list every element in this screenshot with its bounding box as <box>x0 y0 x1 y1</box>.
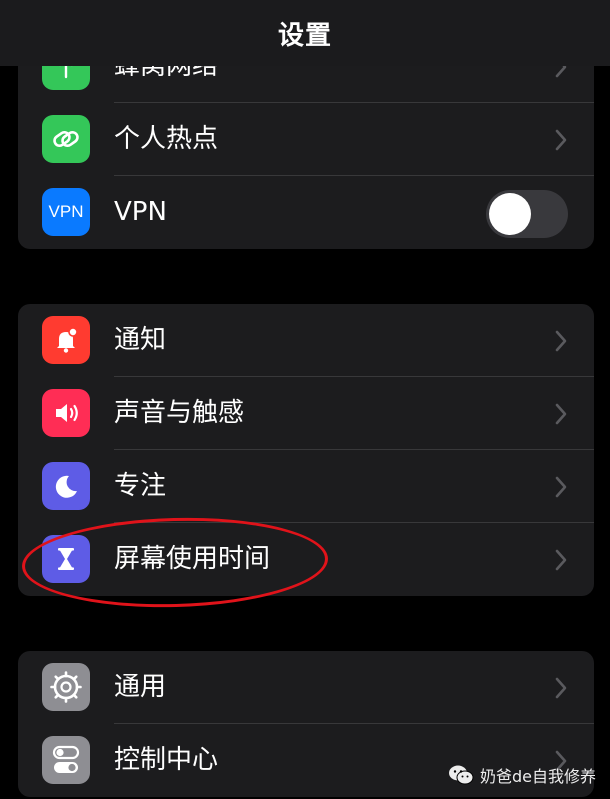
chevron-right-icon <box>555 403 567 425</box>
row-label: 通用 <box>114 672 167 702</box>
settings-row-general[interactable]: 通用 <box>18 651 594 724</box>
watermark-text: 奶爸de自我修养 <box>479 767 596 786</box>
chevron-right-icon <box>555 549 567 571</box>
chevron-right-icon <box>555 476 567 498</box>
wechat-icon <box>448 765 474 785</box>
vpn-icon: VPN <box>42 188 90 236</box>
switches-icon <box>42 736 90 784</box>
row-label: 通知 <box>114 325 167 355</box>
row-label: VPN <box>114 197 167 227</box>
speaker-icon <box>42 389 90 437</box>
settings-screen: 设置 蜂窝网络 个人热点 VPN VPN 通知 声音与触感 专注 屏幕使用时间 … <box>0 0 610 799</box>
settings-row-focus[interactable]: 专注 <box>18 450 594 523</box>
row-label: 控制中心 <box>114 745 219 775</box>
vpn-icon-text: VPN <box>48 202 84 221</box>
navigation-bar: 设置 <box>0 0 610 66</box>
settings-row-sounds-haptics[interactable]: 声音与触感 <box>18 377 594 450</box>
row-label: 屏幕使用时间 <box>114 544 271 574</box>
watermark: 奶爸de自我修养 <box>448 763 596 787</box>
bell-icon <box>42 316 90 364</box>
toggle-knob <box>489 193 531 235</box>
chevron-right-icon <box>555 677 567 699</box>
hourglass-icon <box>42 535 90 583</box>
row-label: 个人热点 <box>114 124 219 154</box>
page-title: 设置 <box>277 20 332 51</box>
notifications-group: 通知 声音与触感 专注 屏幕使用时间 <box>18 304 594 596</box>
settings-row-notifications[interactable]: 通知 <box>18 304 594 377</box>
vpn-toggle[interactable] <box>486 190 568 238</box>
settings-row-screen-time[interactable]: 屏幕使用时间 <box>18 523 594 596</box>
chevron-right-icon <box>555 330 567 352</box>
settings-row-vpn: VPN VPN <box>18 176 594 249</box>
gear-icon <box>42 663 90 711</box>
settings-row-personal-hotspot[interactable]: 个人热点 <box>18 103 594 176</box>
hotspot-chain-icon <box>42 115 90 163</box>
row-label: 专注 <box>114 471 167 501</box>
row-label: 声音与触感 <box>114 398 245 428</box>
chevron-right-icon <box>555 129 567 151</box>
moon-icon <box>42 462 90 510</box>
